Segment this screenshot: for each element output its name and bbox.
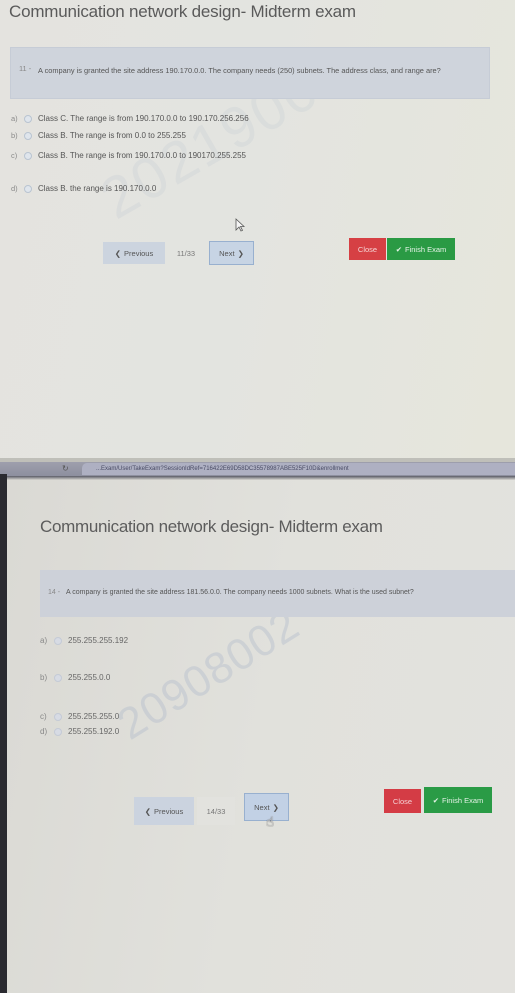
answer-option-d[interactable]: d) 255.255.192.0	[40, 727, 119, 736]
question-text: A company is granted the site address 19…	[38, 66, 441, 75]
option-text: Class C. The range is from 190.170.0.0 t…	[38, 114, 249, 123]
question-number: 14 -	[48, 589, 61, 596]
page-title: Communication network design- Midterm ex…	[40, 517, 383, 536]
question-box: 14 - A company is granted the site addre…	[40, 570, 515, 617]
answer-option-a[interactable]: a) Class C. The range is from 190.170.0.…	[11, 114, 249, 123]
close-button[interactable]: Close	[384, 789, 421, 813]
chevron-left-icon: ❮	[144, 806, 152, 816]
option-letter: c)	[40, 712, 47, 721]
radio-button[interactable]	[24, 184, 32, 193]
option-text: 255.255.0.0	[68, 673, 111, 682]
previous-label: Previous	[154, 806, 184, 816]
finish-exam-button[interactable]: ✔ Finish Exam	[424, 787, 492, 813]
option-letter: c)	[11, 151, 18, 160]
exam-screen-question-11: 2021900 Communication network design- Mi…	[0, 0, 515, 458]
previous-button[interactable]: ❮ Previous	[134, 797, 194, 825]
checkmark-icon: ✔	[395, 244, 403, 254]
answer-option-b[interactable]: b) 255.255.0.0	[40, 673, 110, 682]
browser-address-bar: ↻ ...Exam/User/TakeExam?SessionIdRef=716…	[0, 462, 515, 476]
next-button[interactable]: Next ❯	[209, 241, 254, 265]
option-letter: d)	[11, 184, 18, 193]
radio-button[interactable]	[54, 636, 62, 645]
answer-option-b[interactable]: b) Class B. The range is from 0.0 to 255…	[11, 131, 186, 140]
question-counter: 14/33	[197, 797, 235, 825]
radio-button[interactable]	[24, 151, 32, 160]
radio-button[interactable]	[24, 114, 32, 123]
page-content: 20908002 Communication network design- M…	[7, 480, 515, 993]
question-text: A company is granted the site address 18…	[66, 589, 414, 596]
option-letter: a)	[11, 114, 18, 123]
finish-label: Finish Exam	[442, 795, 484, 805]
page-title: Communication network design- Midterm ex…	[9, 2, 356, 21]
next-label: Next	[219, 248, 235, 258]
reload-icon[interactable]: ↻	[62, 463, 69, 475]
radio-button[interactable]	[54, 673, 62, 682]
answer-option-d[interactable]: d) Class B. the range is 190.170.0.0	[11, 184, 156, 193]
finish-label: Finish Exam	[405, 244, 447, 254]
option-text: Class B. the range is 190.170.0.0	[38, 184, 157, 193]
option-letter: d)	[40, 727, 48, 736]
radio-button[interactable]	[54, 712, 62, 721]
chevron-left-icon: ❮	[114, 248, 122, 258]
next-label: Next	[254, 802, 270, 812]
option-text: Class B. The range is from 0.0 to 255.25…	[38, 131, 186, 140]
close-button[interactable]: Close	[349, 238, 386, 260]
question-number: 11 -	[19, 64, 32, 73]
previous-label: Previous	[124, 248, 154, 258]
option-letter: b)	[40, 673, 48, 682]
exam-screen-question-14: ↻ ...Exam/User/TakeExam?SessionIdRef=716…	[0, 462, 515, 993]
option-text: Class B. The range is from 190.170.0.0 t…	[38, 151, 246, 160]
radio-button[interactable]	[24, 131, 32, 140]
hand-pointer-cursor-icon: ☝	[266, 814, 274, 829]
url-field[interactable]: ...Exam/User/TakeExam?SessionIdRef=71642…	[82, 463, 515, 475]
monitor-bezel	[0, 474, 7, 993]
previous-button[interactable]: ❮ Previous	[103, 242, 165, 264]
option-text: 255.255.255.192	[68, 636, 129, 645]
watermark: 20908002	[109, 599, 309, 750]
answer-option-a[interactable]: a) 255.255.255.192	[40, 636, 128, 645]
option-letter: a)	[40, 636, 48, 645]
question-box: 11 - A company is granted the site addre…	[10, 47, 490, 99]
chevron-right-icon: ❯	[237, 248, 244, 258]
option-text: 255.255.192.0	[68, 727, 120, 736]
answer-option-c[interactable]: c) Class B. The range is from 190.170.0.…	[11, 151, 246, 160]
finish-exam-button[interactable]: ✔ Finish Exam	[387, 238, 455, 260]
chevron-right-icon: ❯	[272, 802, 279, 812]
answer-option-c[interactable]: c) 255.255.255.0	[40, 712, 119, 721]
question-counter: 11/33	[176, 248, 196, 258]
checkmark-icon: ✔	[432, 795, 440, 805]
arrow-cursor-icon	[235, 218, 245, 232]
option-text: 255.255.255.0	[68, 712, 120, 721]
radio-button[interactable]	[54, 727, 62, 736]
option-letter: b)	[11, 131, 18, 140]
